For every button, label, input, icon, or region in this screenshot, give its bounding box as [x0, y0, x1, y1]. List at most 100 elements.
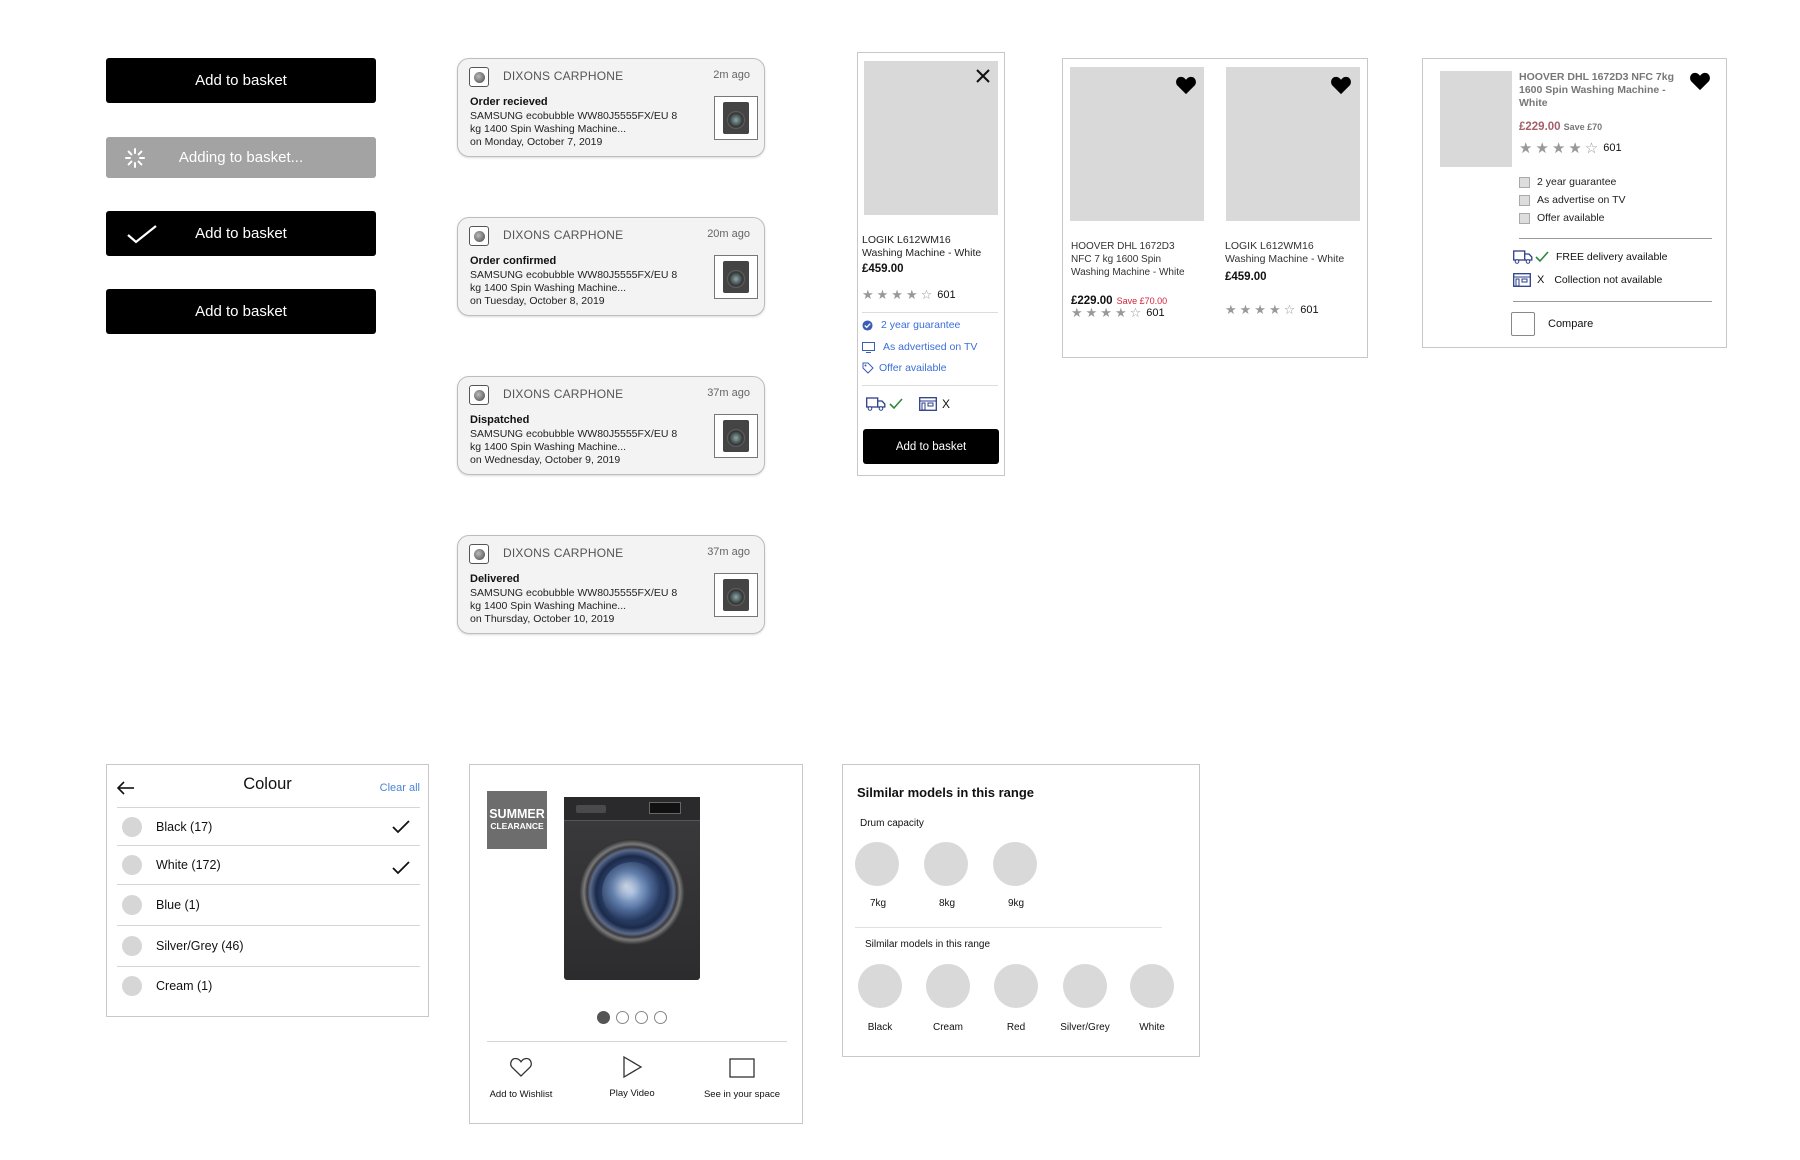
notification-line: on Tuesday, October 8, 2019: [470, 295, 605, 307]
compare-label: Compare: [1548, 318, 1594, 330]
advertised-row[interactable]: As advertised on TV: [862, 341, 977, 353]
rating-count: 601: [937, 289, 956, 301]
close-icon[interactable]: [975, 68, 991, 84]
notification-status: Dispatched: [470, 414, 530, 426]
colour-option-black[interactable]: Black (17): [117, 808, 420, 846]
product-title[interactable]: HOOVER DHL 1672D3 NFC 7 kg 1600 Spin Was…: [1071, 240, 1201, 279]
tag-icon: [862, 362, 874, 374]
product-title-line: Washing Machine - White: [1071, 267, 1185, 278]
colour-option-silver-grey[interactable]: Silver/Grey: [1050, 964, 1120, 1033]
notification-line: SAMSUNG ecobubble WW80J5555FX/EU 8: [470, 587, 678, 599]
feature-list: 2 year guarantee As advertise on TV Offe…: [1519, 173, 1626, 227]
product-price: £459.00: [862, 263, 904, 275]
product-price: £459.00: [1225, 271, 1267, 283]
product-title-line: Washing Machine - White: [862, 247, 982, 259]
colour-swatch: [122, 816, 142, 837]
colour-option-white[interactable]: White (172): [117, 846, 420, 885]
washing-machine-thumbnail: [714, 96, 758, 140]
notification-dispatched[interactable]: DIXONS CARPHONE 37m ago Dispatched SAMSU…: [457, 376, 765, 475]
guarantee-row[interactable]: 2 year guarantee: [862, 319, 960, 331]
play-video-action[interactable]: Play Video: [602, 1055, 662, 1099]
compare-checkbox[interactable]: [1511, 312, 1535, 336]
notification-line: kg 1400 Spin Washing Machine...: [470, 441, 627, 453]
product-title[interactable]: LOGIK L612WM16 Washing Machine - White: [1225, 240, 1365, 266]
option-swatch: [926, 964, 970, 1008]
colour-option-cream[interactable]: Cream: [922, 964, 974, 1033]
carousel-dot-active[interactable]: [597, 1011, 610, 1024]
product-image-placeholder: [1440, 71, 1512, 167]
clear-all-link[interactable]: Clear all: [380, 782, 420, 794]
colour-option-cream[interactable]: Cream (1): [117, 967, 420, 1005]
product-title[interactable]: HOOVER DHL 1672D3 NFC 7kg 1600 Spin Wash…: [1519, 71, 1684, 110]
rating-count: 601: [1603, 142, 1622, 154]
notification-line: kg 1400 Spin Washing Machine...: [470, 282, 627, 294]
product-title-line: NFC 7 kg 1600 Spin: [1071, 254, 1162, 265]
notification-order-received[interactable]: DIXONS CARPHONE 2m ago Order recieved SA…: [457, 58, 765, 157]
added-to-basket-button[interactable]: Add to basket: [106, 211, 376, 256]
add-to-basket-hover-button[interactable]: Add to basket: [106, 289, 376, 334]
drum-option-7kg[interactable]: 7kg: [855, 842, 901, 909]
notification-line: SAMSUNG ecobubble WW80J5555FX/EU 8: [470, 110, 678, 122]
notification-line: kg 1400 Spin Washing Machine...: [470, 600, 627, 612]
compare-card: HOOVER DHL 1672D3 NFC 7kg 1600 Spin Wash…: [1422, 58, 1727, 348]
option-swatch: [1063, 964, 1107, 1008]
feature-item: 2 year guarantee: [1519, 173, 1626, 191]
carousel-dot[interactable]: [616, 1011, 629, 1024]
add-to-wishlist-action[interactable]: Add to Wishlist: [486, 1056, 556, 1100]
heart-filled-icon[interactable]: [1689, 71, 1711, 91]
verified-badge-icon: [862, 319, 873, 331]
carousel-dot[interactable]: [654, 1011, 667, 1024]
notification-line: SAMSUNG ecobubble WW80J5555FX/EU 8: [470, 269, 678, 281]
colour-option-red[interactable]: Red: [991, 964, 1041, 1033]
option-swatch: [994, 964, 1038, 1008]
add-to-basket-button[interactable]: Add to basket: [106, 58, 376, 103]
collection-row: X Collection not available: [1513, 273, 1662, 287]
feature-label: Offer available: [1537, 212, 1605, 224]
product-title-line: Washing Machine - White: [1225, 253, 1345, 265]
feature-bullet-icon: [1519, 194, 1530, 206]
similar-models-panel: Silmilar models in this range Drum capac…: [842, 764, 1200, 1057]
carousel-dot[interactable]: [635, 1011, 648, 1024]
offer-row[interactable]: Offer available: [862, 362, 947, 374]
star-rating-icon: ★★★★☆: [862, 287, 936, 302]
colour-option-black[interactable]: Black: [855, 964, 905, 1033]
adding-to-basket-button[interactable]: Adding to basket...: [106, 137, 376, 178]
product-title[interactable]: LOGIK L612WM16 Washing Machine - White: [862, 234, 1002, 260]
notification-order-confirmed[interactable]: DIXONS CARPHONE 20m ago Order confirmed …: [457, 217, 765, 316]
feature-item: As advertise on TV: [1519, 191, 1626, 209]
notification-delivered[interactable]: DIXONS CARPHONE 37m ago Delivered SAMSUN…: [457, 535, 765, 634]
see-in-your-space-action[interactable]: See in your space: [698, 1058, 786, 1100]
product-image-placeholder: [864, 61, 998, 215]
colour-option-blue[interactable]: Blue (1): [117, 885, 420, 926]
colour-swatch: [122, 976, 142, 996]
action-label: Play Video: [609, 1088, 655, 1099]
option-label: White: [1139, 1022, 1165, 1033]
option-label: Silver/Grey: [1060, 1022, 1110, 1033]
saving-label: Save £70: [1563, 122, 1603, 132]
add-to-basket-label: Add to basket: [895, 440, 967, 453]
check-icon: [889, 398, 903, 410]
compare-toggle[interactable]: Compare: [1511, 312, 1593, 336]
add-to-basket-button[interactable]: Add to basket: [863, 429, 999, 464]
colour-option-silver-grey[interactable]: Silver/Grey (46): [117, 926, 420, 967]
heart-filled-icon[interactable]: [1175, 75, 1197, 95]
delivery-row: FREE delivery available: [1513, 250, 1667, 264]
product-title-line: LOGIK L612WM16: [1225, 240, 1314, 252]
colour-option-white[interactable]: White: [1127, 964, 1177, 1033]
heart-filled-icon[interactable]: [1330, 75, 1352, 95]
drum-option-8kg[interactable]: 8kg: [924, 842, 970, 909]
option-label: Red: [1006, 1022, 1026, 1033]
product-title-line: HOOVER DHL 1672D3: [1071, 241, 1175, 252]
option-swatch: [1130, 964, 1174, 1008]
star-rating-icon: ★★★★☆: [1071, 305, 1145, 320]
action-label: Add to Wishlist: [489, 1089, 553, 1100]
product-card: LOGIK L612WM16 Washing Machine - White £…: [857, 52, 1005, 476]
drum-option-9kg[interactable]: 9kg: [993, 842, 1039, 909]
check-icon: [392, 819, 410, 833]
notification-line: SAMSUNG ecobubble WW80J5555FX/EU 8: [470, 428, 678, 440]
guarantee-label: 2 year guarantee: [881, 319, 961, 331]
washing-machine-thumbnail: [714, 255, 758, 299]
brand-logo-icon: [469, 67, 489, 87]
option-swatch: [924, 842, 968, 886]
option-label: Cream: [932, 1022, 963, 1033]
